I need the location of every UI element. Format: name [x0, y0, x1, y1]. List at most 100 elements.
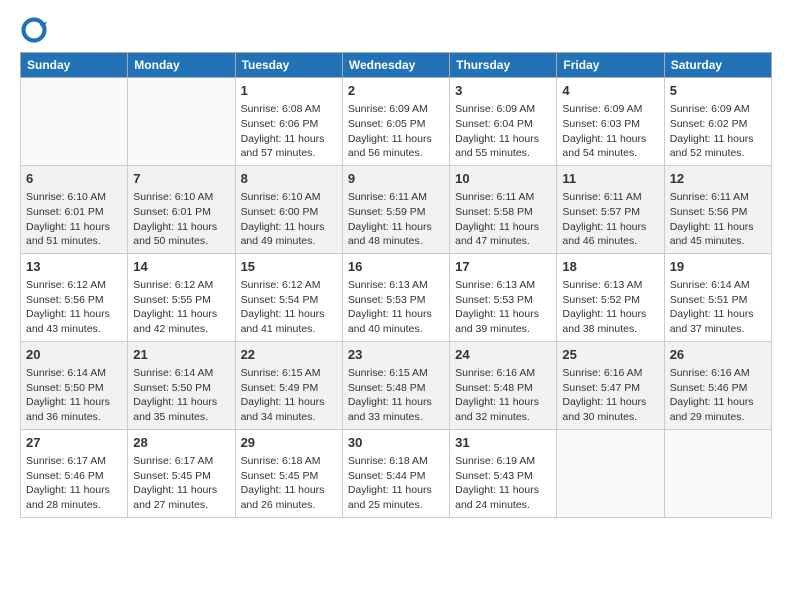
calendar-day-cell: 4 Sunrise: 6:09 AM Sunset: 6:03 PM Daylig…	[557, 78, 664, 166]
day-info: Sunrise: 6:11 AM Sunset: 5:56 PM Dayligh…	[670, 190, 766, 249]
day-info: Sunrise: 6:09 AM Sunset: 6:02 PM Dayligh…	[670, 102, 766, 161]
day-number: 7	[133, 170, 229, 188]
day-info: Sunrise: 6:13 AM Sunset: 5:53 PM Dayligh…	[455, 278, 551, 337]
calendar-day-cell	[664, 429, 771, 517]
weekday-header-sunday: Sunday	[21, 53, 128, 78]
calendar-day-cell	[21, 78, 128, 166]
day-info: Sunrise: 6:11 AM Sunset: 5:58 PM Dayligh…	[455, 190, 551, 249]
calendar-day-cell: 20Sunrise: 6:14 AM Sunset: 5:50 PM Dayli…	[21, 341, 128, 429]
day-info: Sunrise: 6:09 AM Sunset: 6:04 PM Dayligh…	[455, 102, 551, 161]
weekday-header-monday: Monday	[128, 53, 235, 78]
calendar-day-cell: 6 Sunrise: 6:10 AM Sunset: 6:01 PM Daylig…	[21, 165, 128, 253]
day-info: Sunrise: 6:13 AM Sunset: 5:53 PM Dayligh…	[348, 278, 444, 337]
calendar-day-cell: 9 Sunrise: 6:11 AM Sunset: 5:59 PM Daylig…	[342, 165, 449, 253]
calendar-week-row: 1 Sunrise: 6:08 AM Sunset: 6:06 PM Daylig…	[21, 78, 772, 166]
calendar-day-cell: 25 Sunrise: 6:16 AM Sunset: 5:47 PM Dayli…	[557, 341, 664, 429]
day-info: Sunrise: 6:19 AM Sunset: 5:43 PM Dayligh…	[455, 454, 551, 513]
day-info: Sunrise: 6:14 AM Sunset: 5:51 PM Dayligh…	[670, 278, 766, 337]
day-info: Sunrise: 6:09 AM Sunset: 6:03 PM Dayligh…	[562, 102, 658, 161]
day-info: Sunrise: 6:15 AM Sunset: 5:48 PM Dayligh…	[348, 366, 444, 425]
calendar-day-cell: 30 Sunrise: 6:18 AM Sunset: 5:44 PM Dayli…	[342, 429, 449, 517]
day-number: 22	[241, 346, 337, 364]
day-info: Sunrise: 6:12 AM Sunset: 5:55 PM Dayligh…	[133, 278, 229, 337]
day-info: Sunrise: 6:13 AM Sunset: 5:52 PM Dayligh…	[562, 278, 658, 337]
day-number: 18	[562, 258, 658, 276]
calendar-day-cell: 2 Sunrise: 6:09 AM Sunset: 6:05 PM Daylig…	[342, 78, 449, 166]
weekday-header-wednesday: Wednesday	[342, 53, 449, 78]
calendar-day-cell: 28 Sunrise: 6:17 AM Sunset: 5:45 PM Dayli…	[128, 429, 235, 517]
day-info: Sunrise: 6:18 AM Sunset: 5:45 PM Dayligh…	[241, 454, 337, 513]
day-number: 16	[348, 258, 444, 276]
day-info: Sunrise: 6:10 AM Sunset: 6:00 PM Dayligh…	[241, 190, 337, 249]
day-number: 19	[670, 258, 766, 276]
calendar-day-cell: 26Sunrise: 6:16 AM Sunset: 5:46 PM Dayli…	[664, 341, 771, 429]
calendar-day-cell: 3 Sunrise: 6:09 AM Sunset: 6:04 PM Daylig…	[450, 78, 557, 166]
calendar-day-cell: 23Sunrise: 6:15 AM Sunset: 5:48 PM Dayli…	[342, 341, 449, 429]
calendar-week-row: 13 Sunrise: 6:12 AM Sunset: 5:56 PM Dayli…	[21, 253, 772, 341]
day-number: 17	[455, 258, 551, 276]
calendar-day-cell: 21 Sunrise: 6:14 AM Sunset: 5:50 PM Dayli…	[128, 341, 235, 429]
day-number: 1	[241, 82, 337, 100]
day-info: Sunrise: 6:11 AM Sunset: 5:57 PM Dayligh…	[562, 190, 658, 249]
weekday-header-row: SundayMondayTuesdayWednesdayThursdayFrid…	[21, 53, 772, 78]
day-number: 2	[348, 82, 444, 100]
calendar-week-row: 6 Sunrise: 6:10 AM Sunset: 6:01 PM Daylig…	[21, 165, 772, 253]
day-number: 4	[562, 82, 658, 100]
day-info: Sunrise: 6:14 AM Sunset: 5:50 PM Dayligh…	[26, 366, 122, 425]
calendar-container: SundayMondayTuesdayWednesdayThursdayFrid…	[0, 0, 792, 528]
day-number: 26	[670, 346, 766, 364]
calendar-day-cell: 19 Sunrise: 6:14 AM Sunset: 5:51 PM Dayli…	[664, 253, 771, 341]
day-number: 5	[670, 82, 766, 100]
day-number: 3	[455, 82, 551, 100]
day-info: Sunrise: 6:16 AM Sunset: 5:48 PM Dayligh…	[455, 366, 551, 425]
day-number: 13	[26, 258, 122, 276]
day-number: 10	[455, 170, 551, 188]
day-info: Sunrise: 6:15 AM Sunset: 5:49 PM Dayligh…	[241, 366, 337, 425]
weekday-header-thursday: Thursday	[450, 53, 557, 78]
calendar-day-cell: 1 Sunrise: 6:08 AM Sunset: 6:06 PM Daylig…	[235, 78, 342, 166]
header	[20, 16, 772, 44]
calendar-day-cell: 5 Sunrise: 6:09 AM Sunset: 6:02 PM Daylig…	[664, 78, 771, 166]
day-info: Sunrise: 6:12 AM Sunset: 5:56 PM Dayligh…	[26, 278, 122, 337]
calendar-day-cell: 15Sunrise: 6:12 AM Sunset: 5:54 PM Dayli…	[235, 253, 342, 341]
weekday-header-friday: Friday	[557, 53, 664, 78]
calendar-table: SundayMondayTuesdayWednesdayThursdayFrid…	[20, 52, 772, 518]
day-info: Sunrise: 6:17 AM Sunset: 5:45 PM Dayligh…	[133, 454, 229, 513]
day-number: 21	[133, 346, 229, 364]
weekday-header-tuesday: Tuesday	[235, 53, 342, 78]
calendar-day-cell: 7 Sunrise: 6:10 AM Sunset: 6:01 PM Daylig…	[128, 165, 235, 253]
day-number: 27	[26, 434, 122, 452]
day-info: Sunrise: 6:16 AM Sunset: 5:47 PM Dayligh…	[562, 366, 658, 425]
calendar-day-cell: 24 Sunrise: 6:16 AM Sunset: 5:48 PM Dayli…	[450, 341, 557, 429]
calendar-day-cell: 18 Sunrise: 6:13 AM Sunset: 5:52 PM Dayli…	[557, 253, 664, 341]
calendar-week-row: 20Sunrise: 6:14 AM Sunset: 5:50 PM Dayli…	[21, 341, 772, 429]
day-number: 12	[670, 170, 766, 188]
day-info: Sunrise: 6:09 AM Sunset: 6:05 PM Dayligh…	[348, 102, 444, 161]
calendar-day-cell: 11 Sunrise: 6:11 AM Sunset: 5:57 PM Dayli…	[557, 165, 664, 253]
calendar-day-cell: 31Sunrise: 6:19 AM Sunset: 5:43 PM Dayli…	[450, 429, 557, 517]
day-info: Sunrise: 6:14 AM Sunset: 5:50 PM Dayligh…	[133, 366, 229, 425]
day-number: 15	[241, 258, 337, 276]
calendar-day-cell: 8Sunrise: 6:10 AM Sunset: 6:00 PM Daylig…	[235, 165, 342, 253]
day-number: 6	[26, 170, 122, 188]
day-info: Sunrise: 6:17 AM Sunset: 5:46 PM Dayligh…	[26, 454, 122, 513]
calendar-day-cell	[128, 78, 235, 166]
day-number: 30	[348, 434, 444, 452]
calendar-day-cell: 13 Sunrise: 6:12 AM Sunset: 5:56 PM Dayli…	[21, 253, 128, 341]
day-number: 14	[133, 258, 229, 276]
calendar-day-cell: 16 Sunrise: 6:13 AM Sunset: 5:53 PM Dayli…	[342, 253, 449, 341]
day-info: Sunrise: 6:18 AM Sunset: 5:44 PM Dayligh…	[348, 454, 444, 513]
day-info: Sunrise: 6:10 AM Sunset: 6:01 PM Dayligh…	[26, 190, 122, 249]
day-info: Sunrise: 6:11 AM Sunset: 5:59 PM Dayligh…	[348, 190, 444, 249]
calendar-day-cell: 12 Sunrise: 6:11 AM Sunset: 5:56 PM Dayli…	[664, 165, 771, 253]
logo	[20, 16, 52, 44]
day-info: Sunrise: 6:08 AM Sunset: 6:06 PM Dayligh…	[241, 102, 337, 161]
day-number: 9	[348, 170, 444, 188]
day-number: 25	[562, 346, 658, 364]
day-number: 29	[241, 434, 337, 452]
day-number: 11	[562, 170, 658, 188]
day-number: 28	[133, 434, 229, 452]
logo-icon	[20, 16, 48, 44]
day-number: 24	[455, 346, 551, 364]
day-info: Sunrise: 6:10 AM Sunset: 6:01 PM Dayligh…	[133, 190, 229, 249]
